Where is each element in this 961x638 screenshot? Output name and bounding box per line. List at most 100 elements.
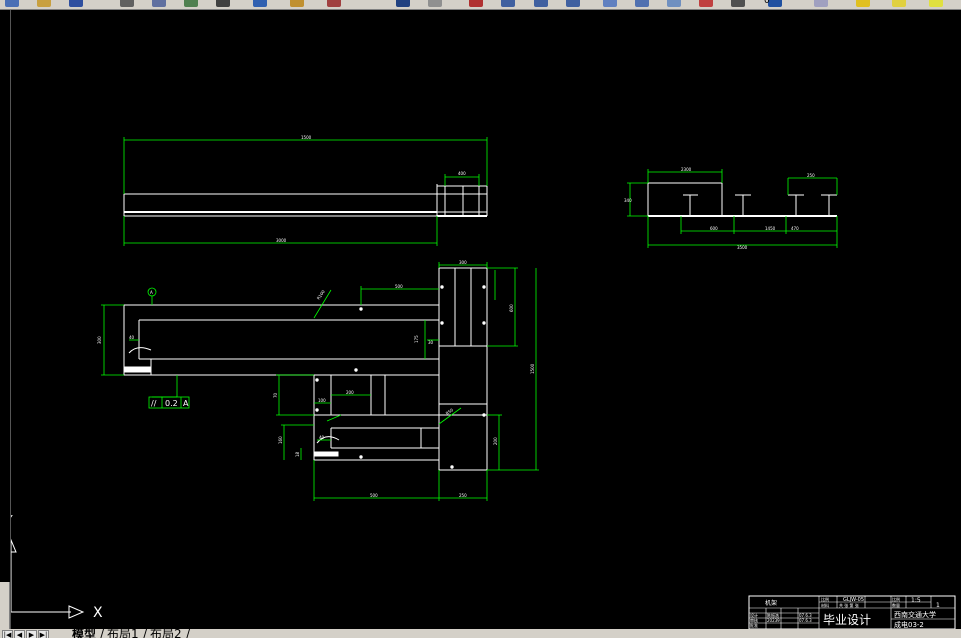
drawing-canvas[interactable]: 1500 3000 400 2300 340 250 600 1450 470 …: [10, 10, 961, 629]
check-name: 20239: [767, 618, 780, 623]
right-width-dim-text: 300: [459, 260, 467, 265]
title-block: 机架 比例 GLJW-05 材料 共 张 第 张 比例 1:5 数量 1 设计 …: [748, 595, 956, 629]
tolerance-value: 0.2: [165, 399, 178, 408]
publish-icon[interactable]: [184, 0, 198, 7]
calculator-icon[interactable]: [731, 0, 746, 7]
layer-dropdown-value[interactable]: 0: [764, 0, 770, 6]
last-tab-button[interactable]: ▶|: [38, 630, 49, 638]
side-seg2-dim-text: 1450: [765, 226, 776, 231]
print-icon[interactable]: [119, 0, 134, 7]
small-g-dim-text: 18: [295, 451, 300, 457]
small-a-dim-text: 40: [129, 335, 135, 340]
class-name: 成电03-2: [894, 620, 924, 629]
paste-icon[interactable]: [289, 0, 304, 7]
prev-tab-button[interactable]: ◀: [14, 630, 25, 638]
plan-view-outline: [123, 267, 488, 471]
save-icon[interactable]: [69, 0, 83, 7]
layer-manager-icon[interactable]: [814, 0, 829, 7]
approve-label: 批准: [750, 622, 758, 628]
school-name: 西南交通大学: [894, 610, 936, 619]
lower-vertical-dim-text: 200: [493, 437, 498, 445]
tab-layout1[interactable]: 布局1: [107, 629, 139, 638]
first-tab-button[interactable]: |◀: [2, 630, 13, 638]
pan-icon[interactable]: [469, 0, 484, 7]
bottom-right-dim-text: 250: [459, 493, 467, 498]
standard-toolbar: 0: [0, 0, 961, 10]
right-vertical-dim-text: 600: [509, 304, 514, 312]
design-center-icon[interactable]: [634, 0, 649, 7]
ucs-icon: Y X: [11, 513, 103, 621]
top-seg-dim-text: 500: [395, 284, 403, 289]
open-folder-icon[interactable]: [36, 0, 51, 7]
copy-icon[interactable]: [253, 0, 267, 7]
sheet-label: 共 张 第 张: [839, 602, 859, 608]
layer-light-icon[interactable]: [892, 0, 907, 7]
small-f-dim-text: 160: [278, 436, 283, 444]
ucs-y-label: Y: [11, 513, 13, 526]
side-height-dim-text: 340: [624, 198, 632, 203]
tool-palette-strip[interactable]: [0, 582, 10, 634]
material-label: 材料: [821, 602, 829, 608]
quantity-label: 数量: [892, 602, 900, 608]
new-file-icon[interactable]: [4, 0, 19, 7]
undo-icon[interactable]: [395, 0, 410, 7]
help-icon[interactable]: [768, 0, 783, 7]
side-view: 2300 340 250 600 1450 470 3500: [624, 167, 838, 250]
part-name: 机架: [765, 599, 777, 607]
mid-left-dim-text: 100: [318, 398, 326, 403]
tolerance-symbol: //: [151, 399, 157, 408]
tab-layout2[interactable]: 布局2: [150, 629, 182, 638]
top-view: 1500 3000 400: [123, 135, 488, 246]
zoom-previous-icon[interactable]: [565, 0, 580, 7]
match-properties-icon[interactable]: [326, 0, 341, 7]
check-date: 07.6.3: [799, 618, 812, 623]
quantity-value: 1: [936, 602, 940, 609]
next-tab-button[interactable]: ▶: [26, 630, 37, 638]
tolerance-frame: // 0.2 A: [148, 396, 190, 409]
cut-icon[interactable]: [216, 0, 231, 7]
bottom-left-dim-text: 500: [370, 493, 378, 498]
preview-icon[interactable]: [151, 0, 166, 7]
bottom-dim-text: 3000: [276, 238, 287, 243]
layout-tabs-bar: |◀ ◀ ▶ ▶| 模型 / 布局1 / 布局2 /: [0, 629, 961, 638]
zoom-window-icon[interactable]: [533, 0, 548, 7]
layer-state-icon[interactable]: [855, 0, 870, 7]
beam-width-dim-text: 400: [458, 171, 466, 176]
side-seg1-dim-text: 600: [710, 226, 718, 231]
total-height-dim-text: 1500: [530, 363, 535, 374]
sheet-set-icon[interactable]: [699, 0, 714, 7]
small-e-dim-text: 70: [273, 392, 278, 398]
redo-icon[interactable]: [427, 0, 442, 7]
drawing-code-label: 比例: [821, 596, 829, 602]
tab-separator-2: /: [143, 629, 148, 638]
zoom-realtime-icon[interactable]: [501, 0, 516, 7]
side-view-dimensions: [627, 169, 838, 248]
tab-separator-1: /: [100, 629, 105, 638]
diag-1-dim-text: R100: [316, 289, 326, 301]
small-d-dim-text: 40: [319, 435, 325, 440]
small-c-dim-text: 175: [414, 335, 419, 343]
left-margin: [0, 10, 10, 638]
tab-separator-3: /: [186, 629, 191, 638]
mid-seg-dim-text: 200: [346, 390, 354, 395]
small-b-dim-text: 30: [428, 340, 434, 345]
layer-color-icon[interactable]: [929, 0, 944, 7]
top-dim-text: 1500: [301, 135, 312, 140]
tolerance-datum: A: [183, 399, 189, 408]
datum-label: A: [150, 290, 153, 295]
drawing-svg: 1500 3000 400 2300 340 250 600 1450 470 …: [11, 135, 956, 629]
tool-palettes-icon[interactable]: [667, 0, 681, 7]
plan-view: A // 0.2 A 300 500 300 600 1500 200 100 …: [97, 260, 539, 501]
scale-label: 比例: [892, 596, 900, 602]
properties-icon[interactable]: [602, 0, 617, 7]
left-height-dim-text: 300: [97, 336, 102, 344]
scale-value: 1:5: [911, 597, 921, 604]
tab-model[interactable]: 模型: [72, 629, 96, 638]
side-seg3-dim-text: 470: [791, 226, 799, 231]
course-name: 毕业设计: [823, 613, 871, 627]
top-view-outline: [123, 184, 488, 217]
side-right-top-dim-text: 250: [807, 173, 815, 178]
top-view-dimensions: [123, 137, 488, 246]
ucs-x-label: X: [93, 605, 103, 621]
side-total-dim-text: 3500: [737, 245, 748, 250]
